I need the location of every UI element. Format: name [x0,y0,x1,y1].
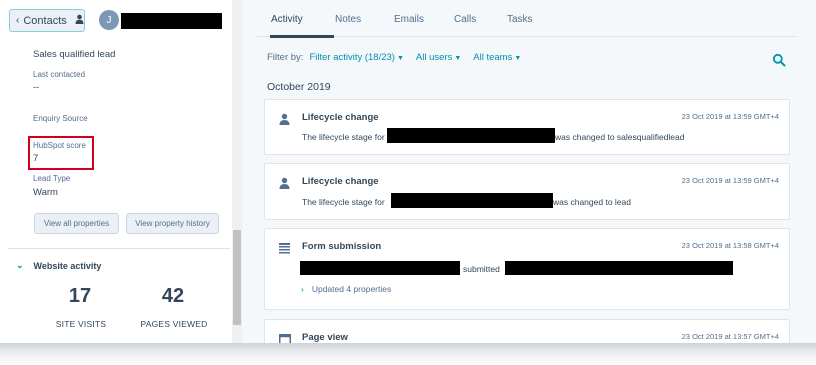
timeline-card-form-submission[interactable]: Form submission 23 Oct 2019 at 13:58 GMT… [264,228,790,310]
active-tab-indicator [270,35,334,38]
card-timestamp: 23 Oct 2019 at 13:59 GMT+4 [681,112,779,121]
lead-type-value: Warm [33,187,58,198]
hubspot-score-label: HubSpot score [33,141,86,150]
caret-down-icon: ▼ [514,55,522,62]
card-title: Lifecycle change [302,176,379,187]
website-activity-title: Website activity [33,260,102,271]
activity-tabs: Activity Notes Emails Calls Tasks [256,0,797,38]
card-timestamp: 23 Oct 2019 at 13:57 GMT+4 [681,332,779,341]
search-icon[interactable] [772,53,786,67]
card-text-before: The lifecycle stage for [302,197,385,207]
card-text-submitted: submitted [463,264,500,274]
updated-properties-toggle[interactable]: › Updated 4 properties [301,284,391,294]
all-teams-label: All teams [473,52,513,63]
updated-properties-label: Updated 4 properties [311,284,392,294]
section-divider [8,248,230,249]
redacted-contact-name [300,261,460,275]
card-timestamp: 23 Oct 2019 at 13:58 GMT+4 [681,241,779,250]
filter-by-label: Filter by: [267,52,304,63]
card-text-before: The lifecycle stage for [302,132,385,142]
last-contacted-value: -- [33,82,40,93]
card-text-after: was changed to salesqualifiedlead [555,132,685,142]
redacted-contact-name [121,13,222,29]
caret-down-icon: ▼ [454,55,462,62]
card-title: Page view [302,332,348,343]
all-users-dropdown[interactable]: All users ▼ [416,52,461,63]
card-title: Lifecycle change [302,112,379,123]
bottom-shadow [0,343,816,365]
tab-emails[interactable]: Emails [394,14,424,25]
enquiry-source-label: Enquiry Source [33,114,88,123]
form-icon [279,241,291,254]
person-icon [279,176,291,189]
hubspot-score-value: 7 [33,153,39,164]
month-heading: October 2019 [267,81,331,93]
tab-notes[interactable]: Notes [335,14,361,25]
chevron-down-icon: ⌄ [16,260,24,270]
contact-sidebar: ‹ Contacts J Sales qualified lead Last c… [0,0,242,343]
view-all-properties-button[interactable]: View all properties [34,213,119,234]
sidebar-header: ‹ Contacts J [0,0,242,40]
pages-viewed-value: 42 [161,285,185,307]
person-icon [279,112,291,125]
last-contacted-label: Last contacted [33,70,86,79]
timeline-card-lifecycle-change[interactable]: Lifecycle change 23 Oct 2019 at 13:59 GM… [264,99,790,155]
chevron-left-icon: ‹ [16,15,20,26]
timeline-card-lifecycle-change[interactable]: Lifecycle change 23 Oct 2019 at 13:59 GM… [264,163,790,220]
contacts-button-label: Contacts [23,14,67,27]
filter-bar: Filter by: Filter activity (18/23) ▼ All … [267,52,521,63]
site-visits-label: SITE VISITS [55,319,107,329]
sidebar-scrollbar-thumb[interactable] [233,230,241,325]
activity-panel: Activity Notes Emails Calls Tasks Filter… [242,0,816,349]
tab-tasks[interactable]: Tasks [507,14,533,25]
redacted-contact-name [387,128,555,143]
card-timestamp: 23 Oct 2019 at 13:59 GMT+4 [681,176,779,185]
all-teams-dropdown[interactable]: All teams ▼ [473,52,521,63]
website-activity-toggle[interactable]: ⌄ Website activity [16,260,101,271]
card-title: Form submission [302,241,382,252]
tab-calls[interactable]: Calls [454,14,476,25]
avatar[interactable]: J [99,10,119,30]
filter-activity-label: Filter activity (18/23) [309,52,395,63]
person-icon [75,14,84,27]
pages-viewed-label: PAGES VIEWED [140,319,208,329]
redacted-form-name [505,261,733,275]
chevron-right-icon: › [301,284,304,294]
lifecycle-stage-value: Sales qualified lead [33,49,116,60]
tab-activity[interactable]: Activity [271,14,303,25]
redacted-contact-name [391,193,553,208]
caret-down-icon: ▼ [396,55,404,62]
lead-type-label: Lead Type [33,174,71,183]
all-users-label: All users [415,52,453,63]
site-visits-value: 17 [68,285,92,307]
view-property-history-button[interactable]: View property history [126,213,219,234]
back-to-contacts-button[interactable]: ‹ Contacts [9,9,85,32]
card-text-after: was changed to lead [553,197,631,207]
filter-activity-dropdown[interactable]: Filter activity (18/23) ▼ [309,52,403,63]
